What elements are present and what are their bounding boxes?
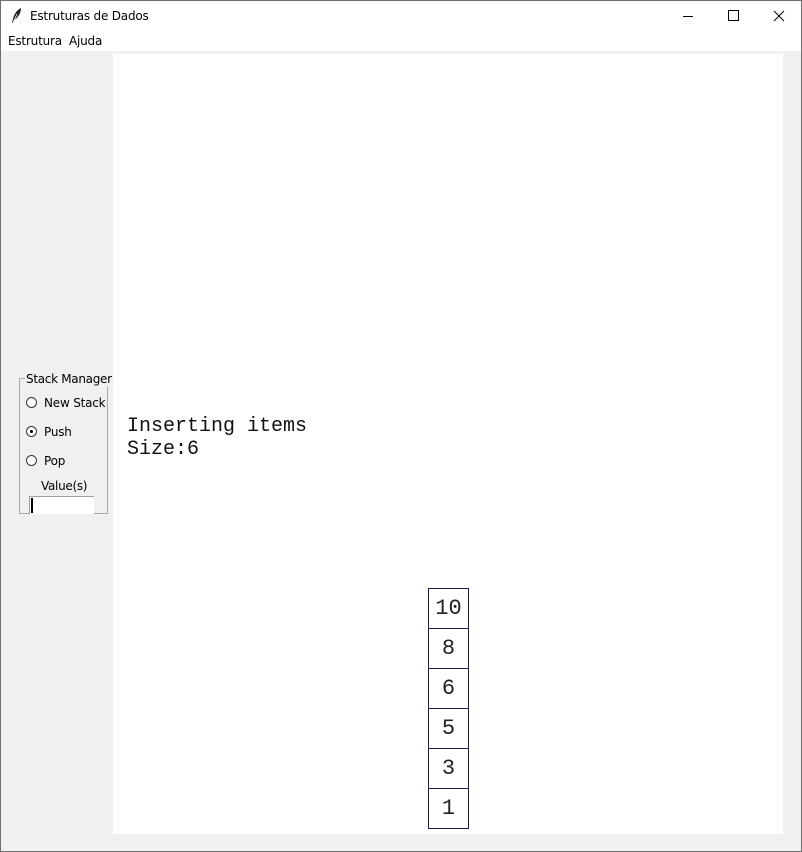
stack-cell: 6 <box>428 668 469 709</box>
stack-cell: 8 <box>428 628 469 669</box>
radio-label-push: Push <box>44 425 72 439</box>
stack-cell: 10 <box>428 588 469 629</box>
text-cursor <box>31 498 33 513</box>
close-button[interactable] <box>756 1 802 31</box>
radio-button-icon[interactable] <box>26 455 37 466</box>
stack-cell: 3 <box>428 748 469 789</box>
radio-label-new-stack: New Stack <box>44 396 106 410</box>
minimize-button[interactable] <box>664 1 710 31</box>
menu-estrutura[interactable]: Estrutura <box>8 34 62 48</box>
maximize-icon <box>728 10 739 21</box>
radio-selected-dot <box>30 430 33 433</box>
stack-visual: 10 8 6 5 3 1 <box>428 588 469 829</box>
radio-button-icon[interactable] <box>26 426 37 437</box>
stack-manager-title: Stack Manager <box>25 372 113 386</box>
minimize-icon <box>683 16 693 17</box>
close-icon <box>773 10 785 22</box>
title-bar: Estruturas de Dados <box>1 1 801 31</box>
status-text: Inserting items <box>127 415 308 438</box>
feather-icon <box>11 8 23 24</box>
radio-label-pop: Pop <box>44 454 66 468</box>
stack-cell: 5 <box>428 708 469 749</box>
maximize-button[interactable] <box>710 1 756 31</box>
menu-bar: Estrutura Ajuda <box>1 31 801 51</box>
size-text: Size:6 <box>127 438 200 461</box>
radio-button-icon[interactable] <box>26 397 37 408</box>
stack-cell: 1 <box>428 788 469 829</box>
drawing-canvas: Inserting items Size:6 10 8 6 5 3 1 <box>113 54 783 834</box>
app-window: Estruturas de Dados Estrutura Ajuda Stac… <box>0 0 802 852</box>
window-title: Estruturas de Dados <box>30 9 149 23</box>
value-label: Value(s) <box>41 479 88 493</box>
value-input[interactable] <box>29 496 94 514</box>
menu-ajuda[interactable]: Ajuda <box>69 34 102 48</box>
